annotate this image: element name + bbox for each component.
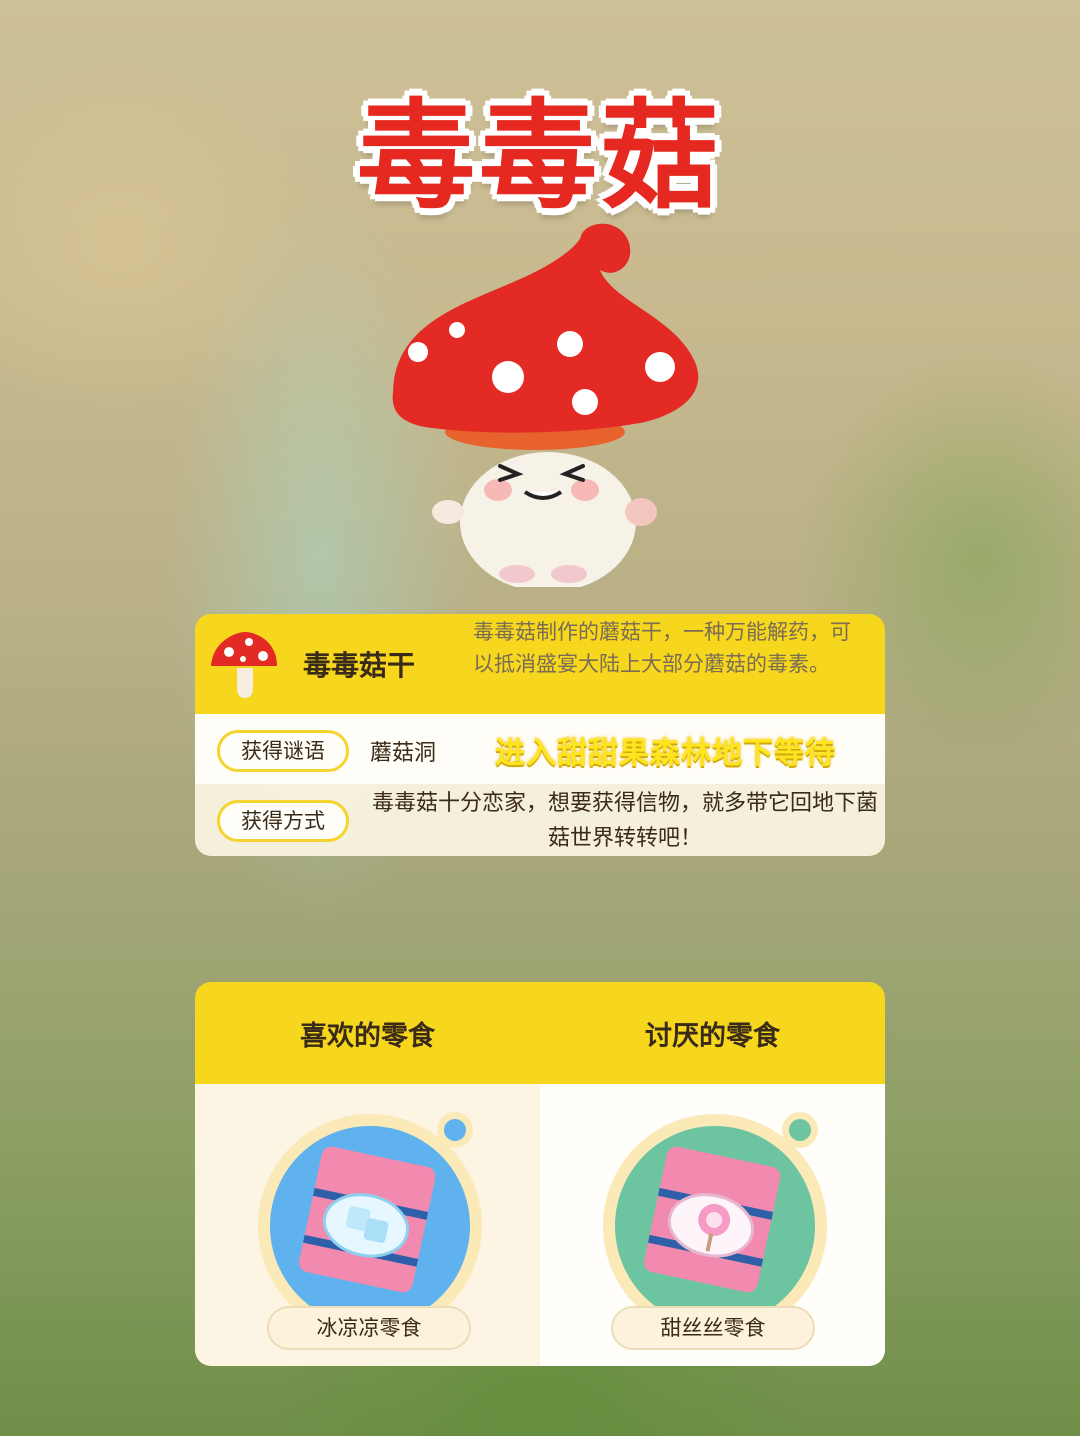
item-description: 毒毒菇制作的蘑菇干，一种万能解药，可以抵消盛宴大陆上大部分蘑菇的毒素。	[473, 620, 851, 676]
riddle-location: 蘑菇洞	[370, 741, 437, 766]
mushroom-mascot	[392, 223, 699, 587]
page-title: 毒毒菇	[356, 87, 723, 225]
item-card: 毒毒菇干 毒毒菇制作的蘑菇干，一种万能解药，可以抵消盛宴大陆上大部分蘑菇的毒素。…	[195, 614, 885, 856]
lollipop-candy-icon	[603, 1112, 827, 1338]
liked-snack-title: 喜欢的零食	[300, 1021, 435, 1052]
item-name: 毒毒菇干	[303, 649, 416, 682]
disliked-snack-title: 讨厌的零食	[645, 1021, 780, 1052]
riddle-label-pill: 获得谜语	[217, 730, 349, 772]
snacks-card: 喜欢的零食 讨厌的零食 冰凉凉零食 甜丝丝零食	[195, 982, 885, 1366]
mushroom-icon	[211, 632, 277, 698]
liked-snack-name: 冰凉凉零食	[267, 1306, 471, 1350]
disliked-snack-name: 甜丝丝零食	[611, 1306, 815, 1350]
method-label-pill: 获得方式	[217, 800, 349, 842]
riddle-hint: 进入甜甜果森林地下等待	[495, 736, 836, 771]
method-text: 毒毒菇十分恋家，想要获得信物，就多带它回地下菌菇世界转转吧！	[371, 791, 878, 851]
ice-candy-icon	[258, 1112, 482, 1338]
